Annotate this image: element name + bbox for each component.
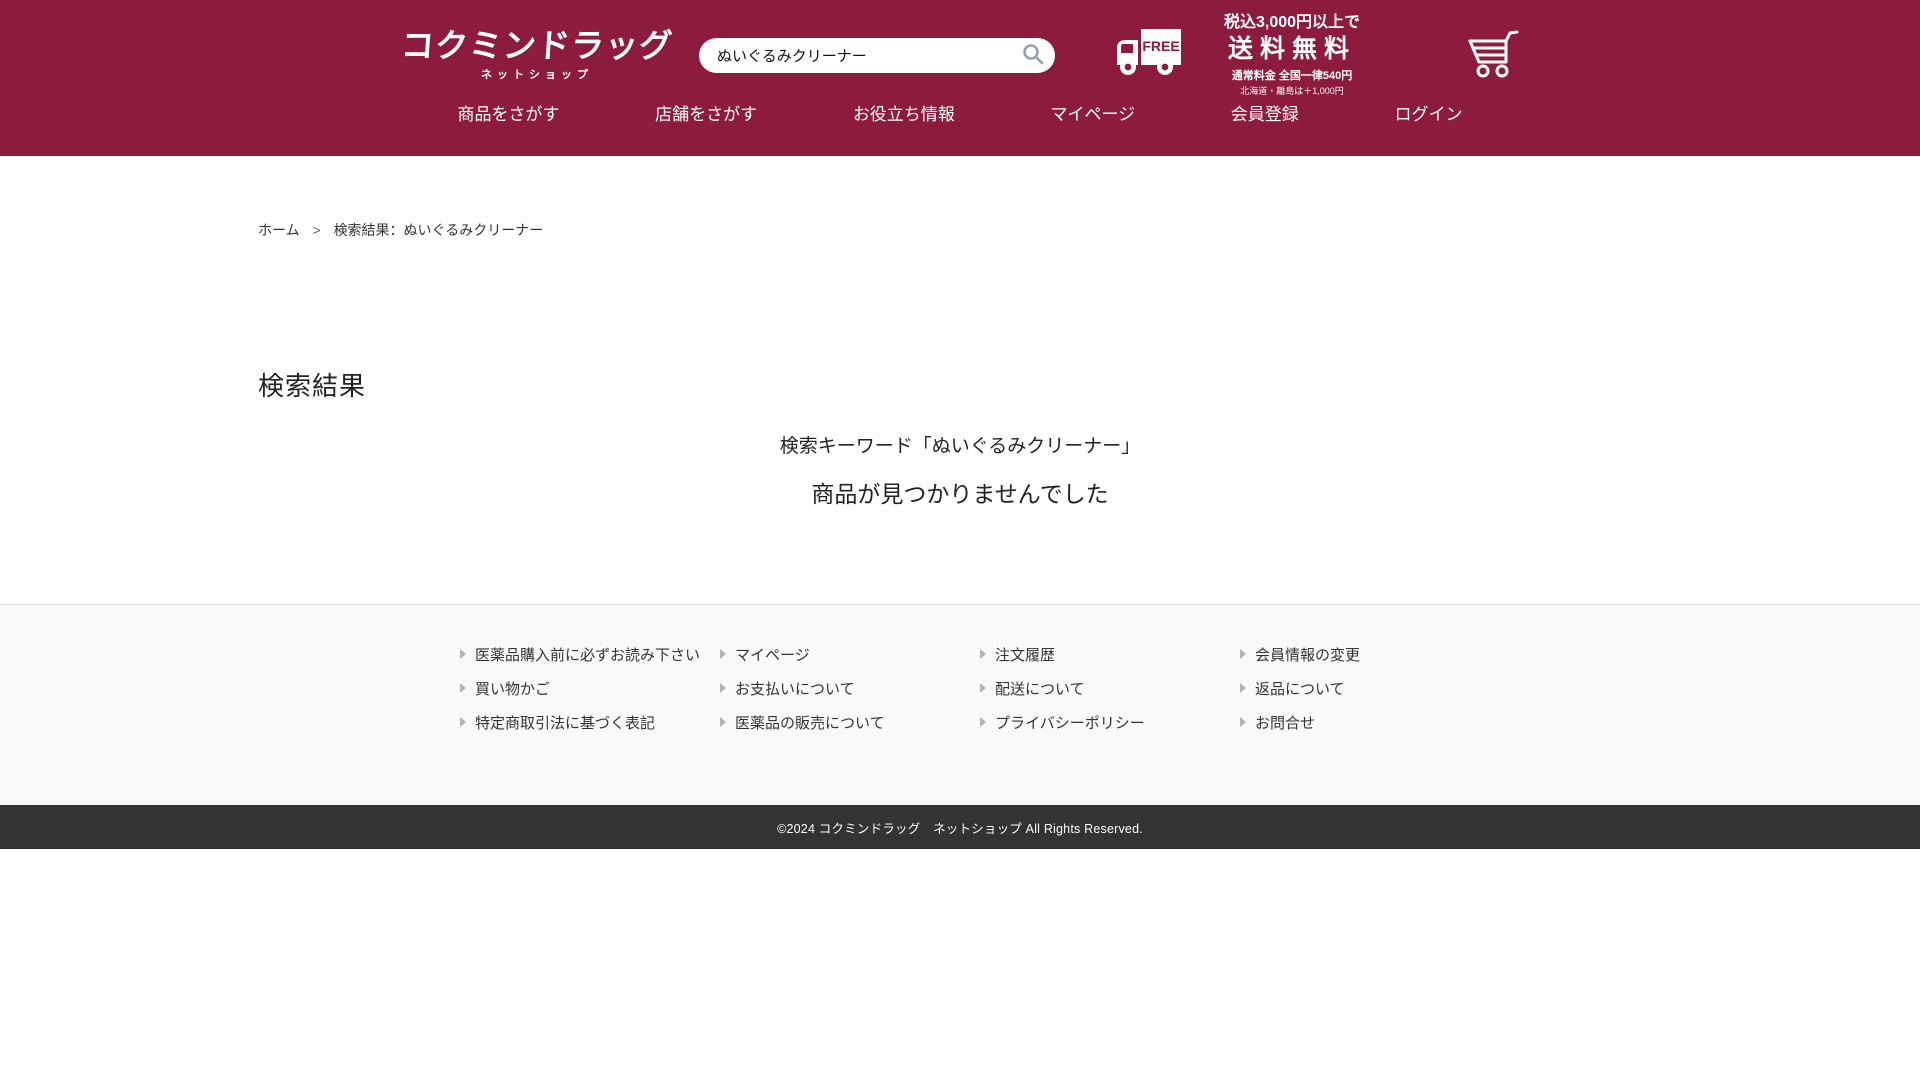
site-logo[interactable]: コクミンドラッグ ネットショップ — [401, 28, 673, 82]
breadcrumb-home-link[interactable]: ホーム — [258, 222, 300, 238]
truck-free-icon: FREE — [1113, 26, 1185, 85]
footer-link-contact[interactable]: お問合せ — [1240, 713, 1480, 734]
arrow-right-icon — [720, 683, 726, 693]
footer-link-privacy-policy[interactable]: プライバシーポリシー — [980, 713, 1220, 734]
footer-link-mypage[interactable]: マイページ — [720, 645, 960, 666]
footer-grid: 医薬品購入前に必ずお読み下さい 買い物かご 特定商取引法に基づく表記 マイページ… — [440, 645, 1480, 747]
arrow-right-icon — [1240, 649, 1246, 659]
breadcrumb-separator: > — [312, 222, 320, 238]
page-title: 検索結果 — [258, 368, 1920, 404]
arrow-right-icon — [1240, 717, 1246, 727]
nav-item-stores[interactable]: 店舗をさがす — [655, 100, 757, 130]
arrow-right-icon — [460, 649, 466, 659]
copyright-bar: ©2024 コクミンドラッグ ネットショップ All Rights Reserv… — [0, 805, 1920, 849]
free-badge-text: FREE — [1142, 38, 1179, 54]
search-icon — [1021, 42, 1045, 69]
free-shipping-banner: FREE 税込3,000円以上で 送料無料 通常料金 全国一律540円 北海道・… — [1113, 13, 1387, 96]
footer-column-2: マイページ お支払いについて 医薬品の販売について — [700, 645, 960, 747]
arrow-right-icon — [1240, 683, 1246, 693]
nav-item-products[interactable]: 商品をさがす — [458, 100, 560, 130]
arrow-right-icon — [980, 683, 986, 693]
header-top: コクミンドラッグ ネットショップ — [0, 0, 1920, 96]
copyright-text: ©2024 コクミンドラッグ ネットショップ All Rights Reserv… — [777, 818, 1143, 837]
site-header: コクミンドラッグ ネットショップ — [0, 0, 1920, 156]
logo-subtitle: ネットショップ — [401, 66, 673, 82]
no-results-message: 商品が見つかりませんでした — [0, 478, 1920, 510]
search-box — [699, 38, 1055, 73]
footer-link-returns[interactable]: 返品について — [1240, 679, 1480, 700]
footer-link-cart[interactable]: 買い物かご — [460, 679, 700, 700]
nav-item-register[interactable]: 会員登録 — [1231, 100, 1299, 130]
page: コクミンドラッグ ネットショップ — [0, 0, 1920, 1080]
logo-title: コクミンドラッグ — [400, 28, 675, 64]
footer-link-medicine-notice[interactable]: 医薬品購入前に必ずお読み下さい — [460, 645, 700, 666]
footer-column-3: 注文履歴 配送について プライバシーポリシー — [960, 645, 1220, 747]
footer-link-medicine-sales[interactable]: 医薬品の販売について — [720, 713, 960, 734]
footer-link-order-history[interactable]: 注文履歴 — [980, 645, 1220, 666]
footer-link-member-info[interactable]: 会員情報の変更 — [1240, 645, 1480, 666]
search-keyword-line: 検索キーワード「ぬいぐるみクリーナー」 — [0, 433, 1920, 461]
search-input[interactable] — [699, 38, 1055, 73]
cart-icon — [1465, 68, 1519, 83]
search-button[interactable] — [1019, 42, 1047, 70]
footer-link-delivery[interactable]: 配送について — [980, 679, 1220, 700]
main-nav: 商品をさがす 店舗をさがす お役立ち情報 マイページ 会員登録 ログイン — [458, 100, 1463, 130]
breadcrumb-current: 検索結果：ぬいぐるみクリーナー — [334, 222, 544, 238]
nav-item-info[interactable]: お役立ち情報 — [853, 100, 955, 130]
main-content: ホーム > 検索結果：ぬいぐるみクリーナー 検索結果 検索キーワード「ぬいぐるみ… — [0, 156, 1920, 604]
shipping-note-fee: 通常料金 全国一律540円 — [1197, 67, 1387, 83]
arrow-right-icon — [460, 717, 466, 727]
footer-link-commerce-law[interactable]: 特定商取引法に基づく表記 — [460, 713, 700, 734]
arrow-right-icon — [980, 717, 986, 727]
arrow-right-icon — [720, 717, 726, 727]
shipping-note-region: 北海道・離島は＋1,000円 — [1197, 84, 1387, 97]
footer-link-payment[interactable]: お支払いについて — [720, 679, 960, 700]
nav-item-mypage[interactable]: マイページ — [1050, 100, 1135, 130]
arrow-right-icon — [720, 649, 726, 659]
shipping-text: 税込3,000円以上で 送料無料 通常料金 全国一律540円 北海道・離島は＋1… — [1197, 13, 1387, 96]
breadcrumb: ホーム > 検索結果：ぬいぐるみクリーナー — [258, 220, 1920, 240]
footer-column-1: 医薬品購入前に必ずお読み下さい 買い物かご 特定商取引法に基づく表記 — [440, 645, 700, 747]
arrow-right-icon — [460, 683, 466, 693]
arrow-right-icon — [980, 649, 986, 659]
cart-button[interactable] — [1465, 28, 1519, 83]
site-footer: 医薬品購入前に必ずお読み下さい 買い物かご 特定商取引法に基づく表記 マイページ… — [0, 604, 1920, 849]
shipping-free-label: 送料無料 — [1197, 34, 1387, 64]
shipping-threshold: 税込3,000円以上で — [1197, 13, 1387, 32]
footer-links-section: 医薬品購入前に必ずお読み下さい 買い物かご 特定商取引法に基づく表記 マイページ… — [0, 604, 1920, 805]
footer-column-4: 会員情報の変更 返品について お問合せ — [1220, 645, 1480, 747]
nav-item-login[interactable]: ログイン — [1394, 100, 1462, 130]
